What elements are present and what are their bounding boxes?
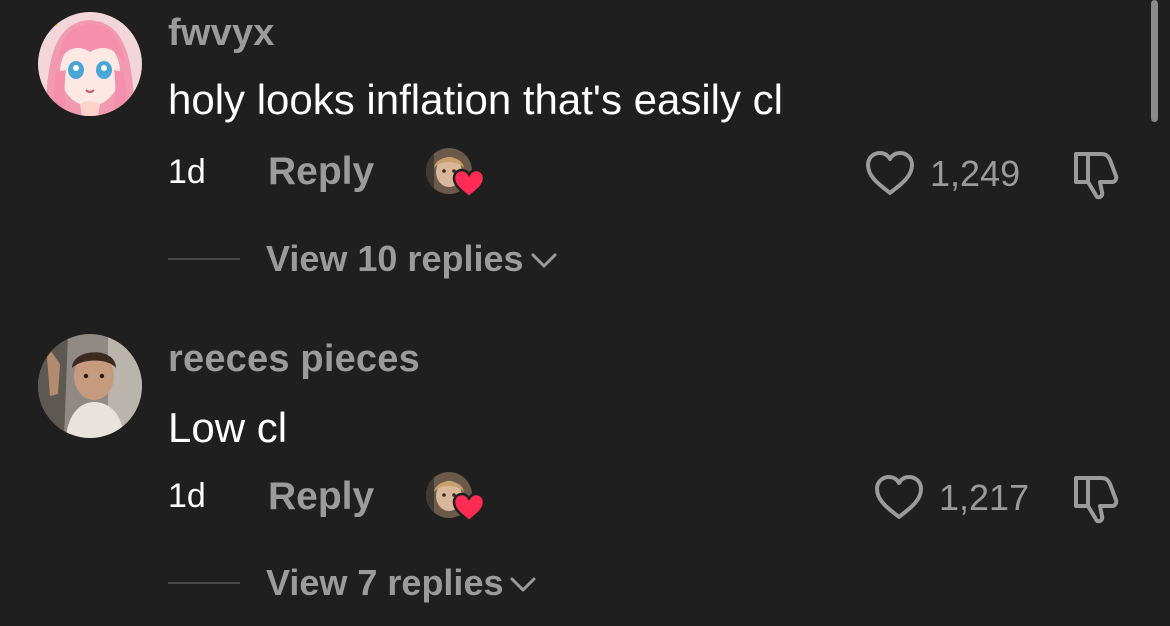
view-replies-button[interactable]: View 7 replies: [266, 562, 537, 604]
anime-girl-avatar-icon: [38, 12, 142, 116]
reply-button[interactable]: Reply: [268, 150, 374, 194]
creator-heart-icon: [452, 492, 486, 522]
replies-divider: [168, 258, 240, 260]
comment-item: reeces pieces Low cl 1d Reply 1,217 View…: [0, 324, 1170, 624]
comment-time: 1d: [168, 477, 206, 515]
comment-item: fwvyx holy looks inflation that's easily…: [0, 0, 1170, 300]
reply-button[interactable]: Reply: [268, 475, 374, 519]
chevron-down-icon: [509, 576, 537, 594]
view-replies-label: View 7 replies: [266, 562, 504, 603]
thumbs-down-icon[interactable]: [1068, 472, 1124, 524]
like-count: 1,249: [930, 153, 1021, 194]
replies-divider: [168, 582, 240, 584]
view-replies-label: View 10 replies: [266, 238, 524, 279]
comment-text: holy looks inflation that's easily cl: [168, 76, 783, 123]
user-avatar[interactable]: [38, 334, 142, 438]
chevron-down-icon: [530, 252, 558, 270]
comment-username[interactable]: fwvyx: [168, 12, 275, 55]
view-replies-button[interactable]: View 10 replies: [266, 238, 558, 280]
user-avatar[interactable]: [38, 12, 142, 116]
heart-icon[interactable]: [873, 474, 925, 520]
comment-text: Low cl: [168, 404, 288, 451]
comment-username[interactable]: reeces pieces: [168, 338, 420, 381]
heart-icon[interactable]: [864, 150, 916, 196]
comment-time: 1d: [168, 153, 206, 191]
like-count: 1,217: [939, 477, 1030, 518]
thumbs-down-icon[interactable]: [1068, 148, 1124, 200]
creator-heart-icon: [452, 168, 486, 198]
comments-panel: fwvyx holy looks inflation that's easily…: [0, 0, 1170, 626]
man-photo-avatar-icon: [38, 334, 142, 438]
